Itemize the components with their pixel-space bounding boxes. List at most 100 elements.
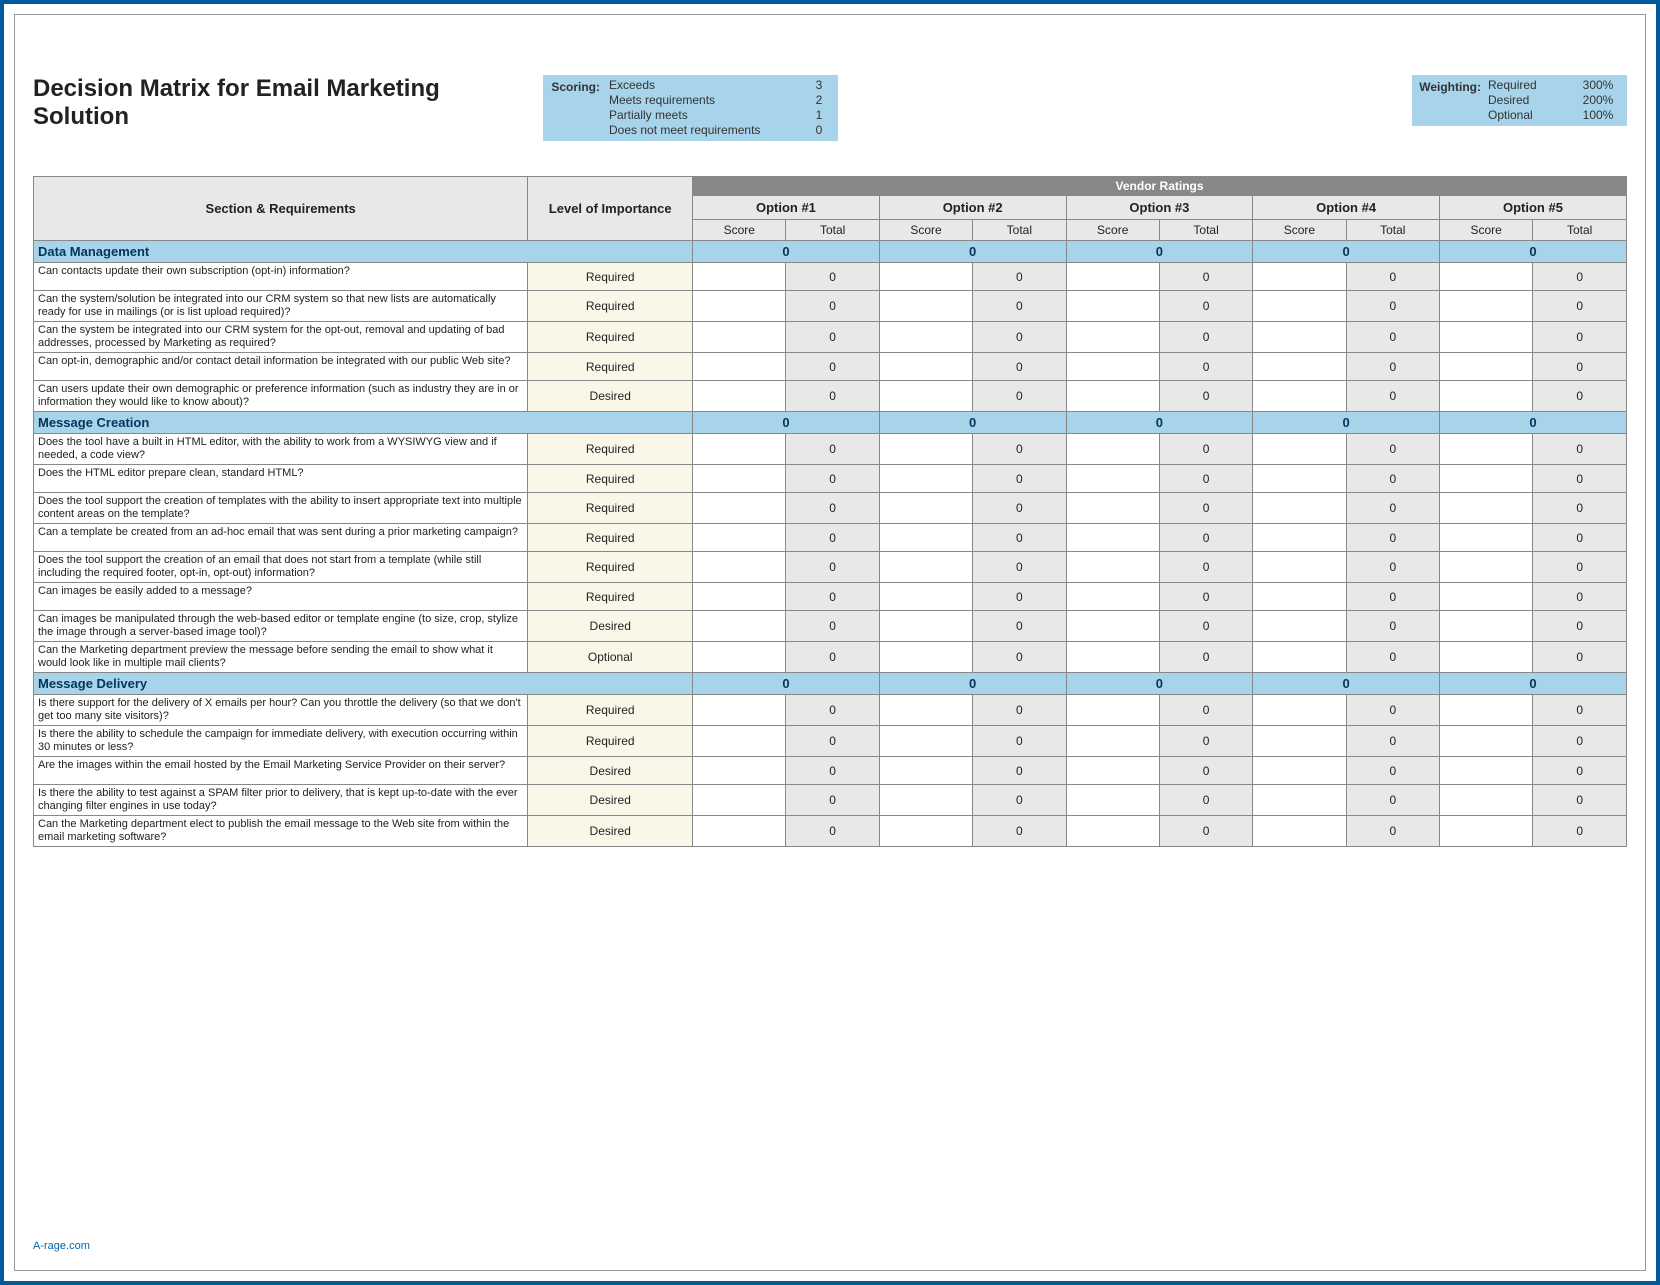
requirement-row: Is there support for the delivery of X e…: [34, 695, 1627, 726]
score-cell: [1253, 785, 1346, 816]
score-cell: [1066, 493, 1159, 524]
importance-value: Required: [528, 434, 693, 465]
weighting-label: Weighting:: [1412, 78, 1484, 123]
score-cell: [1253, 611, 1346, 642]
total-cell: 0: [1159, 291, 1252, 322]
section-name: Message Creation: [34, 412, 693, 434]
score-cell: [879, 552, 972, 583]
score-cell: [693, 695, 786, 726]
score-cell: [1253, 695, 1346, 726]
score-cell: [1066, 583, 1159, 611]
importance-value: Desired: [528, 785, 693, 816]
importance-value: Required: [528, 583, 693, 611]
weighting-desc: Required: [1488, 78, 1573, 93]
section-header-row: Data Management00000: [34, 241, 1627, 263]
weighting-desc: Optional: [1488, 108, 1573, 123]
score-cell: [1439, 757, 1532, 785]
section-total: 0: [693, 673, 880, 695]
total-cell: 0: [1159, 263, 1252, 291]
total-cell: 0: [786, 583, 879, 611]
importance-value: Required: [528, 291, 693, 322]
requirement-row: Can a template be created from an ad-hoc…: [34, 524, 1627, 552]
total-cell: 0: [1533, 785, 1627, 816]
header-row: Decision Matrix for Email Marketing Solu…: [33, 75, 1627, 141]
requirement-text: Are the images within the email hosted b…: [34, 757, 528, 785]
importance-value: Desired: [528, 757, 693, 785]
score-cell: [693, 322, 786, 353]
header-score: Score: [693, 220, 786, 241]
header-section-req: Section & Requirements: [34, 177, 528, 241]
requirement-row: Are the images within the email hosted b…: [34, 757, 1627, 785]
header-vendor-ratings: Vendor Ratings: [693, 177, 1627, 196]
score-cell: [1253, 816, 1346, 847]
section-total: 0: [1253, 673, 1440, 695]
score-cell: [879, 263, 972, 291]
score-cell: [1439, 524, 1532, 552]
page-title: Decision Matrix for Email Marketing Solu…: [33, 75, 513, 131]
total-cell: 0: [1159, 322, 1252, 353]
score-cell: [1439, 291, 1532, 322]
requirement-row: Can opt-in, demographic and/or contact d…: [34, 353, 1627, 381]
total-cell: 0: [1346, 263, 1439, 291]
header-option: Option #4: [1253, 196, 1440, 220]
total-cell: 0: [786, 465, 879, 493]
total-cell: 0: [973, 726, 1066, 757]
weighting-legend: Weighting: Required300% Desired200% Opti…: [1412, 75, 1627, 126]
requirement-text: Can images be manipulated through the we…: [34, 611, 528, 642]
total-cell: 0: [1346, 465, 1439, 493]
section-name: Data Management: [34, 241, 693, 263]
score-cell: [1253, 322, 1346, 353]
importance-value: Desired: [528, 381, 693, 412]
total-cell: 0: [786, 726, 879, 757]
requirement-text: Can the Marketing department preview the…: [34, 642, 528, 673]
total-cell: 0: [973, 524, 1066, 552]
requirement-text: Can the system/solution be integrated in…: [34, 291, 528, 322]
requirement-text: Can contacts update their own subscripti…: [34, 263, 528, 291]
score-cell: [1066, 524, 1159, 552]
requirement-row: Does the tool have a built in HTML edito…: [34, 434, 1627, 465]
section-total: 0: [1066, 241, 1253, 263]
score-cell: [693, 493, 786, 524]
score-cell: [693, 263, 786, 291]
score-cell: [1253, 465, 1346, 493]
requirement-text: Can users update their own demographic o…: [34, 381, 528, 412]
total-cell: 0: [973, 381, 1066, 412]
score-cell: [1439, 726, 1532, 757]
score-cell: [879, 757, 972, 785]
total-cell: 0: [786, 642, 879, 673]
total-cell: 0: [1159, 642, 1252, 673]
score-cell: [1439, 816, 1532, 847]
header-total: Total: [1346, 220, 1439, 241]
total-cell: 0: [786, 381, 879, 412]
total-cell: 0: [1533, 583, 1627, 611]
requirement-text: Is there support for the delivery of X e…: [34, 695, 528, 726]
total-cell: 0: [973, 493, 1066, 524]
weighting-val: 200%: [1573, 93, 1623, 108]
total-cell: 0: [786, 757, 879, 785]
scoring-legend: Scoring: Exceeds3 Meets requirements2 Pa…: [543, 75, 838, 141]
importance-value: Desired: [528, 611, 693, 642]
score-cell: [1439, 465, 1532, 493]
total-cell: 0: [1346, 757, 1439, 785]
total-cell: 0: [1533, 381, 1627, 412]
header-importance: Level of Importance: [528, 177, 693, 241]
total-cell: 0: [1346, 493, 1439, 524]
total-cell: 0: [1159, 785, 1252, 816]
section-total: 0: [1439, 241, 1626, 263]
requirement-text: Is there the ability to schedule the cam…: [34, 726, 528, 757]
score-cell: [1253, 434, 1346, 465]
score-cell: [693, 642, 786, 673]
total-cell: 0: [973, 434, 1066, 465]
section-total: 0: [693, 241, 880, 263]
score-cell: [879, 434, 972, 465]
document-page: Decision Matrix for Email Marketing Solu…: [14, 14, 1646, 1271]
footer-link: A-rage.com: [33, 1240, 90, 1252]
score-cell: [1066, 785, 1159, 816]
section-total: 0: [879, 412, 1066, 434]
total-cell: 0: [973, 583, 1066, 611]
score-cell: [1066, 611, 1159, 642]
score-cell: [879, 381, 972, 412]
importance-value: Required: [528, 263, 693, 291]
total-cell: 0: [1533, 816, 1627, 847]
importance-value: Optional: [528, 642, 693, 673]
